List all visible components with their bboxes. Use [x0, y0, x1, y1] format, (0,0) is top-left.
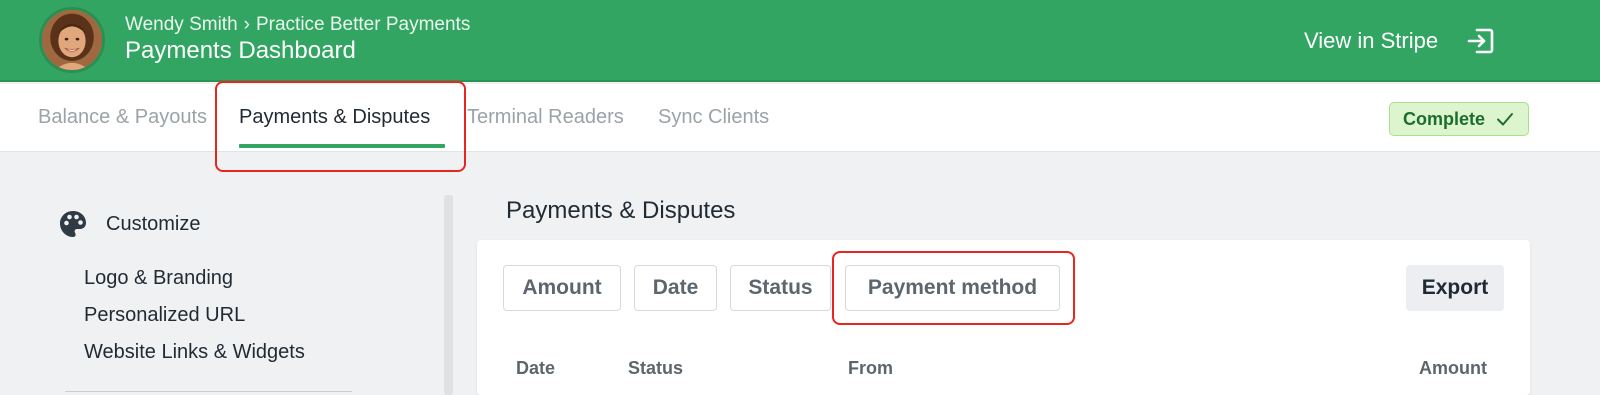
- status-badge: Complete: [1389, 102, 1529, 136]
- highlight-box-filter: [832, 251, 1075, 325]
- app-header: Wendy Smith › Practice Better Payments Pay…: [0, 0, 1600, 82]
- breadcrumb-separator: ›: [243, 14, 250, 35]
- breadcrumb-user[interactable]: Wendy Smith: [125, 14, 238, 35]
- filter-amount-button[interactable]: Amount: [503, 265, 621, 311]
- palette-icon: [60, 211, 86, 237]
- tab-balance-payouts[interactable]: Balance & Payouts: [38, 106, 207, 129]
- user-avatar-icon: [42, 10, 102, 70]
- filter-status-button[interactable]: Status: [730, 265, 831, 311]
- column-header-amount[interactable]: Amount: [1419, 358, 1487, 379]
- column-header-status[interactable]: Status: [628, 358, 683, 379]
- tab-terminal-readers[interactable]: Terminal Readers: [467, 106, 624, 129]
- check-icon: [1497, 113, 1513, 126]
- sidebar-section-label: Customize: [106, 212, 201, 235]
- tab-sync-clients[interactable]: Sync Clients: [658, 106, 769, 129]
- filter-date-button[interactable]: Date: [634, 265, 717, 311]
- breadcrumb-page[interactable]: Practice Better Payments: [256, 14, 470, 35]
- status-badge-label: Complete: [1402, 108, 1485, 129]
- view-in-stripe-label: View in Stripe: [1304, 28, 1439, 53]
- sidebar-item-logo-branding[interactable]: Logo & Branding: [84, 267, 233, 290]
- section-title: Payments & Disputes: [506, 197, 736, 224]
- column-header-date[interactable]: Date: [516, 358, 555, 379]
- sidebar-item-website-links-widgets[interactable]: Website Links & Widgets: [84, 341, 305, 364]
- breadcrumb: Wendy Smith › Practice Better Payments: [125, 14, 470, 36]
- sidebar-divider: [65, 391, 352, 392]
- sidebar-item-personalized-url[interactable]: Personalized URL: [84, 304, 245, 327]
- sidebar-section-customize[interactable]: Customize: [58, 209, 200, 239]
- view-in-stripe-button[interactable]: View in Stripe: [1304, 24, 1496, 58]
- page-title: Payments Dashboard: [125, 37, 356, 64]
- column-header-from[interactable]: From: [848, 358, 893, 379]
- exit-arrow-icon: [1467, 28, 1494, 54]
- avatar[interactable]: [39, 7, 105, 73]
- sidebar-scrollbar[interactable]: [444, 195, 453, 395]
- export-button[interactable]: Export: [1406, 265, 1504, 311]
